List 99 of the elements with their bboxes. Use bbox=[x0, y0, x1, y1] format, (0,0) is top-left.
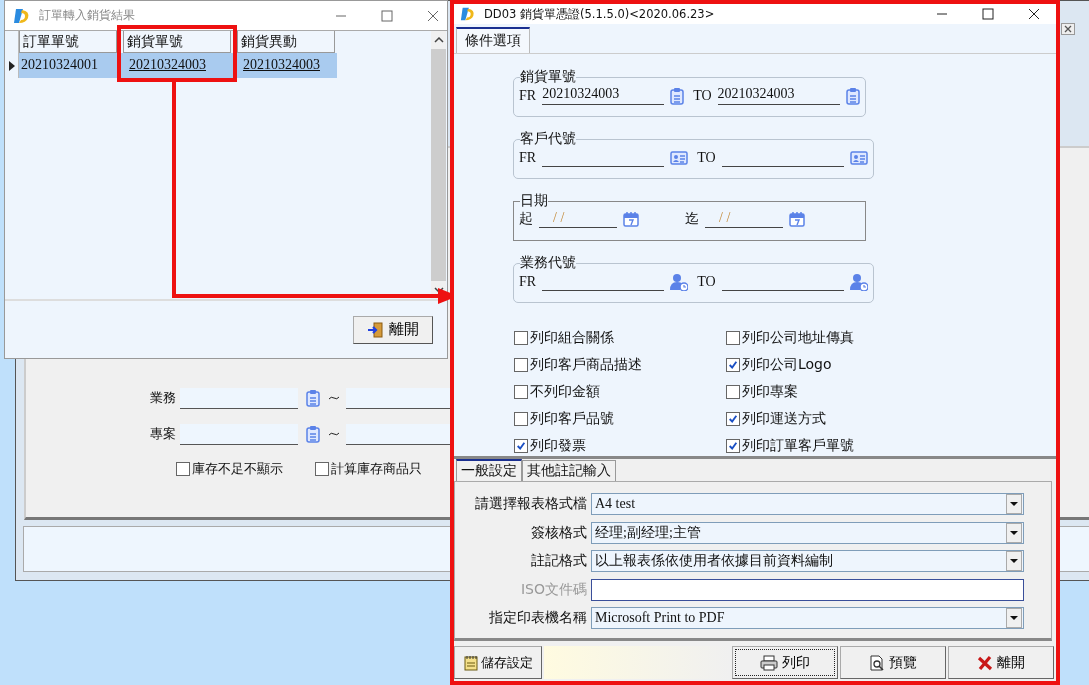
close-icon[interactable] bbox=[1061, 23, 1075, 35]
checkbox-label: 庫存不足不顯示 bbox=[192, 460, 283, 478]
id-card-icon[interactable] bbox=[670, 150, 689, 165]
column-header[interactable]: 銷貨異動 bbox=[237, 31, 335, 53]
input-field[interactable] bbox=[180, 423, 298, 445]
dropdown-arrow-icon[interactable] bbox=[1010, 502, 1018, 507]
calendar-icon[interactable] bbox=[789, 211, 805, 227]
save-settings-button[interactable]: 儲存設定 bbox=[454, 646, 542, 679]
checkbox[interactable] bbox=[726, 330, 740, 345]
checkbox-label: 列印客戶品號 bbox=[530, 409, 614, 428]
notepad-icon bbox=[463, 654, 479, 671]
checkbox[interactable] bbox=[514, 411, 528, 426]
field-label: 迄 bbox=[685, 210, 699, 228]
field-label: ISO文件碼 bbox=[519, 580, 588, 599]
dropdown-arrow-icon[interactable] bbox=[1010, 530, 1018, 535]
group-title: 客戶代號 bbox=[520, 130, 576, 148]
group-title: 業務代號 bbox=[520, 254, 576, 272]
checkbox-label: 列印公司地址傳真 bbox=[742, 328, 854, 347]
logo-icon bbox=[13, 6, 31, 25]
table-cell-text: 20210324003 bbox=[242, 56, 321, 74]
maximize-icon[interactable] bbox=[381, 9, 393, 22]
table-cell-text: 20210324001 bbox=[20, 56, 99, 74]
row-pointer-icon bbox=[8, 60, 15, 71]
field-label: TO bbox=[693, 87, 712, 104]
clipboard-icon[interactable] bbox=[306, 389, 320, 407]
checkbox-label: 列印訂單客戶單號 bbox=[742, 436, 854, 455]
tab[interactable]: 一般設定 bbox=[456, 459, 522, 481]
exit-button[interactable]: 離開 bbox=[353, 315, 433, 344]
checkbox[interactable] bbox=[726, 438, 740, 453]
field-label: TO bbox=[697, 273, 716, 290]
input-field[interactable]: 20210324003 bbox=[542, 86, 665, 105]
checkbox-label: 計算庫存商品只 bbox=[331, 460, 422, 478]
checkbox-label: 列印客戶商品描述 bbox=[530, 355, 642, 374]
group-title: 日期 bbox=[520, 192, 548, 210]
tab[interactable]: 其他註記輸入 bbox=[522, 460, 616, 481]
clipboard-icon[interactable] bbox=[670, 86, 685, 105]
checkbox[interactable] bbox=[315, 462, 329, 476]
checkbox-label: 列印專案 bbox=[742, 382, 798, 401]
checkbox-label: 列印組合關係 bbox=[530, 328, 614, 347]
checkbox-label: 列印公司Logo bbox=[742, 355, 832, 374]
clipboard-icon[interactable] bbox=[306, 425, 320, 443]
exit-button[interactable]: 離開 bbox=[948, 646, 1054, 679]
tilde-icon bbox=[328, 431, 340, 437]
dropdown[interactable]: Microsoft Print to PDF bbox=[591, 607, 1024, 630]
dropdown[interactable]: 经理;副经理;主管 bbox=[591, 521, 1024, 544]
field-label: FR bbox=[519, 273, 537, 290]
checkbox[interactable] bbox=[514, 384, 528, 399]
id-card-icon[interactable] bbox=[849, 150, 868, 165]
checkbox[interactable] bbox=[726, 384, 740, 399]
calendar-icon[interactable] bbox=[623, 211, 639, 227]
input-field[interactable] bbox=[591, 578, 1024, 601]
close-icon bbox=[977, 654, 993, 671]
logo-icon bbox=[460, 6, 476, 22]
table-cell-text: 20210324003 bbox=[128, 56, 207, 74]
column-header[interactable]: 銷貨單號 bbox=[123, 31, 231, 53]
field-label: 指定印表機名稱 bbox=[488, 609, 588, 628]
dropdown[interactable]: A4 test bbox=[591, 493, 1024, 516]
column-header[interactable]: 訂單單號 bbox=[19, 31, 117, 53]
field-label: 請選擇報表格式檔 bbox=[474, 495, 588, 514]
field-label: 註記格式 bbox=[530, 552, 588, 571]
checkbox[interactable] bbox=[514, 357, 528, 372]
input-field[interactable] bbox=[180, 387, 298, 409]
maximize-icon[interactable] bbox=[982, 8, 994, 20]
checkbox-label: 列印發票 bbox=[530, 436, 586, 455]
dropdown-arrow-icon[interactable] bbox=[1010, 616, 1018, 621]
scrollbar[interactable] bbox=[431, 31, 446, 299]
printer-icon bbox=[760, 654, 778, 671]
field-label: 起 bbox=[519, 210, 533, 228]
table-row[interactable]: 20210324001 20210324003 20210324003 bbox=[19, 53, 337, 78]
checkbox[interactable] bbox=[176, 462, 190, 476]
door-arrow-icon bbox=[367, 321, 383, 338]
preview-button[interactable]: 預覽 bbox=[840, 646, 946, 679]
window-title: 訂單轉入銷貨結果 bbox=[39, 7, 136, 24]
checkbox[interactable] bbox=[726, 357, 740, 372]
checkbox[interactable] bbox=[514, 438, 528, 453]
group-title: 銷貨單號 bbox=[520, 68, 576, 86]
dropdown[interactable]: 以上報表係依使用者依據目前資料編制 bbox=[591, 550, 1024, 573]
checkbox-label: 列印運送方式 bbox=[742, 409, 826, 428]
clipboard-icon[interactable] bbox=[845, 86, 860, 105]
field-label: 業務 bbox=[149, 389, 176, 407]
user-clock-icon[interactable] bbox=[849, 272, 868, 291]
document-search-icon bbox=[869, 654, 885, 671]
field-label: 專案 bbox=[149, 425, 176, 443]
scroll-up-icon[interactable] bbox=[433, 37, 444, 43]
field-label: 簽核格式 bbox=[530, 523, 588, 542]
print-button[interactable]: 列印 bbox=[732, 646, 838, 679]
field-label: TO bbox=[697, 149, 716, 166]
field-label: FR bbox=[519, 87, 537, 104]
tilde-icon bbox=[328, 395, 340, 401]
user-clock-icon[interactable] bbox=[670, 272, 689, 291]
window-title: DD03 銷貨單憑證(5.1.5.0)<2020.06.23> bbox=[484, 6, 716, 22]
checkbox[interactable] bbox=[726, 411, 740, 426]
checkbox[interactable] bbox=[514, 330, 528, 345]
tab[interactable]: 條件選項 bbox=[456, 27, 530, 53]
checkbox-label: 不列印金額 bbox=[530, 382, 600, 401]
dropdown-arrow-icon[interactable] bbox=[1010, 559, 1018, 564]
close-icon[interactable] bbox=[1028, 8, 1040, 20]
field-label: FR bbox=[519, 149, 537, 166]
input-field[interactable]: 20210324003 bbox=[717, 86, 840, 105]
